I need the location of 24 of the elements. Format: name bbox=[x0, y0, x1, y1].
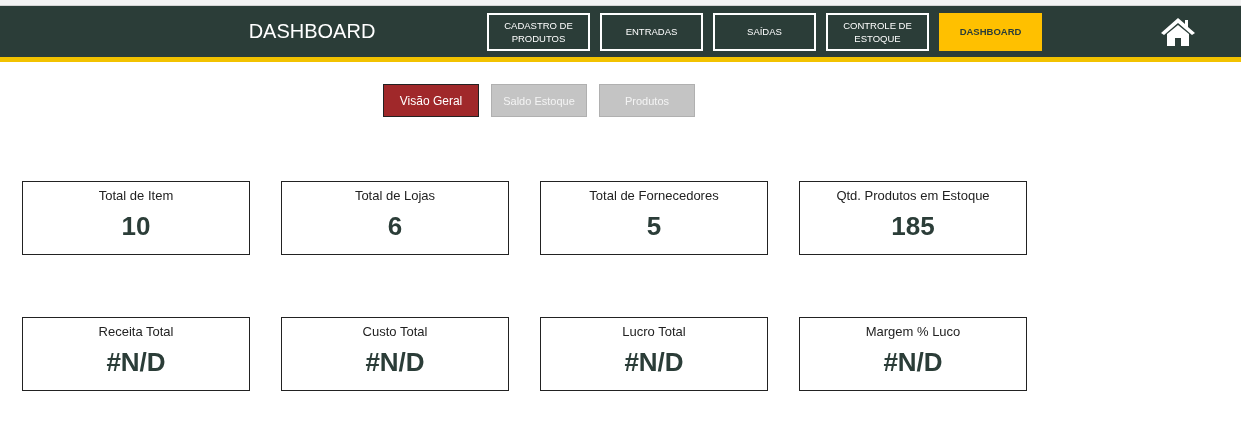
kpi-value: #N/D bbox=[883, 347, 943, 378]
view-button[interactable]: Visão Geral bbox=[383, 84, 479, 117]
kpi-value: 6 bbox=[387, 211, 403, 242]
kpi-label: Receita Total bbox=[98, 324, 174, 339]
kpi-value: 185 bbox=[891, 211, 935, 242]
kpi-label: Lucro Total bbox=[622, 324, 686, 339]
nav-button[interactable]: CONTROLE DE ESTOQUE bbox=[826, 12, 929, 51]
kpi-label: Total de Fornecedores bbox=[589, 188, 719, 203]
nav-button[interactable]: ENTRADAS bbox=[600, 12, 703, 51]
kpi-value: 5 bbox=[646, 211, 662, 242]
kpi-label: Total de Lojas bbox=[354, 188, 436, 203]
nav-button[interactable]: DASHBOARD bbox=[939, 12, 1042, 51]
kpi-value: #N/D bbox=[365, 347, 425, 378]
kpi-value: 10 bbox=[121, 211, 151, 242]
kpi-value: #N/D bbox=[624, 347, 684, 378]
kpi-label: Total de Item bbox=[98, 188, 174, 203]
kpi-label: Margem % Luco bbox=[865, 324, 961, 339]
kpi-label: Custo Total bbox=[362, 324, 428, 339]
page-title: DASHBOARD bbox=[247, 20, 377, 43]
home-icon[interactable] bbox=[1160, 16, 1196, 47]
kpi-label: Qtd. Produtos em Estoque bbox=[836, 188, 990, 203]
kpi-value: #N/D bbox=[106, 347, 166, 378]
nav-button[interactable]: SAÍDAS bbox=[713, 12, 816, 51]
nav-button[interactable]: CADASTRO DE PRODUTOS bbox=[487, 12, 590, 51]
